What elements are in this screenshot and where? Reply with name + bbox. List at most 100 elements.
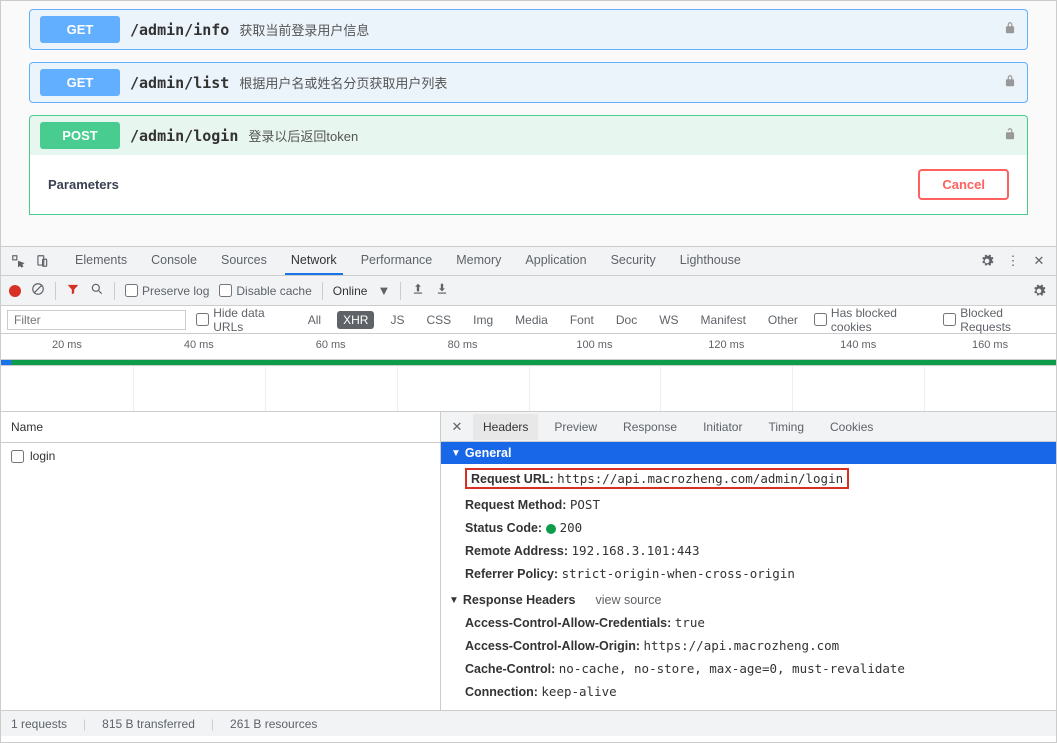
tab-security[interactable]: Security <box>605 247 662 275</box>
triangle-down-icon: ▼ <box>451 448 461 459</box>
parameters-label: Parameters <box>48 177 119 192</box>
tab-elements[interactable]: Elements <box>69 247 133 275</box>
network-detail-split: Name login ✕ Headers Preview Response In… <box>1 412 1056 710</box>
filter-row: Hide data URLs All XHR JS CSS Img Media … <box>1 306 1056 334</box>
tab-console[interactable]: Console <box>145 247 203 275</box>
throttle-select[interactable]: Online <box>333 284 368 298</box>
endpoint-get-list[interactable]: GET /admin/list 根据用户名或姓名分页获取用户列表 <box>29 62 1028 103</box>
hide-data-urls-checkbox[interactable]: Hide data URLs <box>196 306 292 334</box>
devtools-tab-bar: Elements Console Sources Network Perform… <box>1 246 1056 276</box>
pill-manifest[interactable]: Manifest <box>695 311 752 329</box>
detail-tabs: ✕ Headers Preview Response Initiator Tim… <box>441 412 1056 442</box>
status-bar: 1 requests | 815 B transferred | 261 B r… <box>1 710 1056 736</box>
request-list-header[interactable]: Name <box>1 412 440 443</box>
view-source-link[interactable]: view source <box>595 593 661 607</box>
pill-other[interactable]: Other <box>762 311 804 329</box>
time-tick: 60 ms <box>265 334 397 359</box>
kv-connection: Connection: keep-alive <box>441 680 1056 703</box>
dtab-cookies[interactable]: Cookies <box>820 414 883 440</box>
parameters-row: Parameters Cancel <box>29 155 1028 215</box>
pill-all[interactable]: All <box>302 311 327 329</box>
more-icon[interactable]: ⋮ <box>1004 252 1022 270</box>
status-dot-icon <box>546 524 556 534</box>
devtools-tabs: Elements Console Sources Network Perform… <box>69 247 747 275</box>
swagger-panel: GET /admin/info 获取当前登录用户信息 GET /admin/li… <box>1 1 1056 246</box>
tab-memory[interactable]: Memory <box>450 247 507 275</box>
pill-doc[interactable]: Doc <box>610 311 643 329</box>
tab-application[interactable]: Application <box>519 247 592 275</box>
time-tick: 100 ms <box>529 334 661 359</box>
status-transferred: 815 B transferred <box>102 717 195 731</box>
device-icon[interactable] <box>33 252 51 270</box>
endpoint-desc: 登录以后返回token <box>248 126 358 145</box>
cancel-button[interactable]: Cancel <box>918 169 1009 200</box>
kv-cache-control: Cache-Control: no-cache, no-store, max-a… <box>441 657 1056 680</box>
kv-ac-origin: Access-Control-Allow-Origin: https://api… <box>441 634 1056 657</box>
request-row-login[interactable]: login <box>1 443 440 469</box>
kv-request-url: Request URL: https://api.macrozheng.com/… <box>441 464 1056 493</box>
kv-status-code: Status Code: 200 <box>441 516 1056 539</box>
dtab-headers[interactable]: Headers <box>473 414 538 440</box>
detail-body: ▼General Request URL: https://api.macroz… <box>441 442 1056 710</box>
upload-icon[interactable] <box>411 282 425 299</box>
pill-js[interactable]: JS <box>384 311 410 329</box>
dtab-preview[interactable]: Preview <box>544 414 607 440</box>
kv-remote-address: Remote Address: 192.168.3.101:443 <box>441 539 1056 562</box>
pill-ws[interactable]: WS <box>653 311 684 329</box>
tab-performance[interactable]: Performance <box>355 247 439 275</box>
triangle-down-icon: ▼ <box>449 595 459 606</box>
pill-css[interactable]: CSS <box>420 311 457 329</box>
kv-ac-credentials: Access-Control-Allow-Credentials: true <box>441 611 1056 634</box>
endpoint-post-login[interactable]: POST /admin/login 登录以后返回token <box>29 115 1028 155</box>
gear-icon[interactable] <box>978 252 996 270</box>
close-icon[interactable]: ✕ <box>1030 252 1048 270</box>
method-badge: GET <box>40 16 120 43</box>
endpoint-desc: 获取当前登录用户信息 <box>239 20 369 39</box>
filter-input[interactable] <box>7 310 186 330</box>
has-blocked-cookies-checkbox[interactable]: Has blocked cookies <box>814 306 933 334</box>
pill-font[interactable]: Font <box>564 311 600 329</box>
tab-network[interactable]: Network <box>285 247 343 275</box>
clear-button[interactable] <box>31 282 45 299</box>
pill-img[interactable]: Img <box>467 311 499 329</box>
time-tick: 20 ms <box>1 334 133 359</box>
inspect-icon[interactable] <box>9 252 27 270</box>
preserve-log-checkbox[interactable]: Preserve log <box>125 284 209 298</box>
time-tick: 160 ms <box>924 334 1056 359</box>
response-headers-section[interactable]: ▼ Response Headersview source <box>441 585 1056 611</box>
method-badge: GET <box>40 69 120 96</box>
pill-xhr[interactable]: XHR <box>337 311 374 329</box>
dtab-initiator[interactable]: Initiator <box>693 414 752 440</box>
pill-media[interactable]: Media <box>509 311 554 329</box>
time-tick: 80 ms <box>397 334 529 359</box>
time-tick: 120 ms <box>660 334 792 359</box>
request-checkbox[interactable] <box>11 450 24 463</box>
network-toolbar: Preserve log Disable cache Online ▼ <box>1 276 1056 306</box>
tab-sources[interactable]: Sources <box>215 247 273 275</box>
tab-lighthouse[interactable]: Lighthouse <box>674 247 747 275</box>
dtab-timing[interactable]: Timing <box>758 414 814 440</box>
endpoint-path: /admin/info <box>130 21 229 39</box>
time-tick: 140 ms <box>792 334 924 359</box>
endpoint-desc: 根据用户名或姓名分页获取用户列表 <box>239 73 447 92</box>
endpoint-get-info[interactable]: GET /admin/info 获取当前登录用户信息 <box>29 9 1028 50</box>
download-icon[interactable] <box>435 282 449 299</box>
lock-icon <box>1003 21 1017 38</box>
timeline-ruler[interactable]: 20 ms 40 ms 60 ms 80 ms 100 ms 120 ms 14… <box>1 334 1056 360</box>
endpoint-path: /admin/list <box>130 74 229 92</box>
disable-cache-checkbox[interactable]: Disable cache <box>219 284 311 298</box>
filter-icon[interactable] <box>66 282 80 299</box>
lock-icon <box>1003 74 1017 91</box>
detail-close-icon[interactable]: ✕ <box>447 419 467 435</box>
record-button[interactable] <box>9 285 21 297</box>
settings-icon[interactable] <box>1030 282 1048 300</box>
kv-request-method: Request Method: POST <box>441 493 1056 516</box>
dtab-response[interactable]: Response <box>613 414 687 440</box>
chevron-down-icon[interactable]: ▼ <box>377 283 390 298</box>
status-resources: 261 B resources <box>230 717 317 731</box>
general-section-header[interactable]: ▼General <box>441 442 1056 464</box>
waterfall-area[interactable] <box>1 366 1056 412</box>
method-badge: POST <box>40 122 120 149</box>
blocked-requests-checkbox[interactable]: Blocked Requests <box>943 306 1050 334</box>
search-icon[interactable] <box>90 282 104 299</box>
